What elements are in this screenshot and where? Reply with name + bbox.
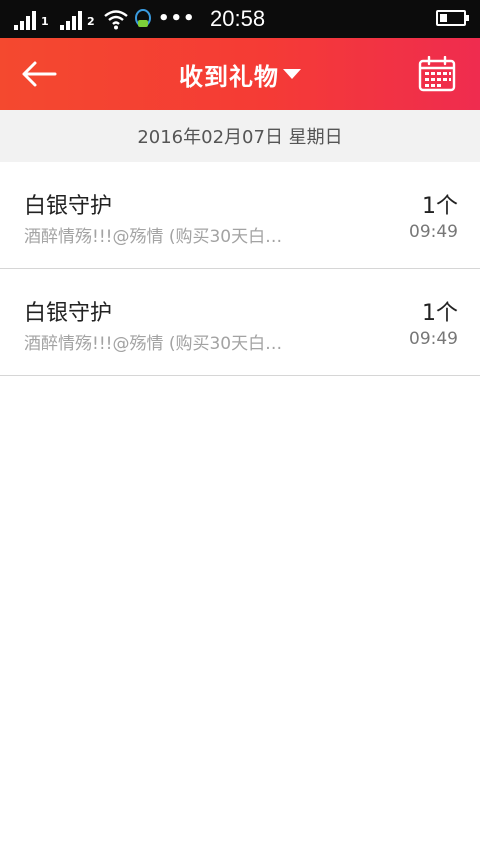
date-label: 2016年02月07日 星期日 xyxy=(137,127,343,148)
signal-icon-2 xyxy=(60,11,84,30)
battery-icon xyxy=(436,10,469,26)
app-header: 收到礼物 xyxy=(0,38,480,110)
gift-count: 1个 xyxy=(422,194,458,219)
status-bar: 1 2 ••• 20:58 xyxy=(0,0,480,38)
gift-detail: 酒醉情殇!!!@殇情 (购买30天白… xyxy=(24,334,283,354)
title-dropdown[interactable]: 收到礼物 xyxy=(179,57,301,92)
gift-name: 白银守护 xyxy=(24,301,113,326)
chat-icon xyxy=(135,9,151,27)
status-time: 20:58 xyxy=(210,6,266,31)
signal-icon xyxy=(14,11,38,30)
wifi-icon xyxy=(104,10,128,30)
gift-row[interactable]: 白银守护 酒醉情殇!!!@殇情 (购买30天白… 1个 09:49 xyxy=(0,269,480,376)
gift-count: 1个 xyxy=(422,301,458,326)
page-title: 收到礼物 xyxy=(179,62,279,91)
gift-detail: 酒醉情殇!!!@殇情 (购买30天白… xyxy=(24,227,283,247)
date-header: 2016年02月07日 星期日 xyxy=(0,110,480,162)
gift-time: 09:49 xyxy=(409,222,458,242)
calendar-icon[interactable] xyxy=(418,56,456,92)
sim2-label: 2 xyxy=(87,15,95,28)
sim1-label: 1 xyxy=(41,15,49,28)
caret-down-icon xyxy=(283,69,301,79)
gift-row[interactable]: 白银守护 酒醉情殇!!!@殇情 (购买30天白… 1个 09:49 xyxy=(0,162,480,269)
gift-name: 白银守护 xyxy=(24,194,113,219)
arrow-left-icon[interactable] xyxy=(20,58,58,90)
battery-fill xyxy=(440,14,447,22)
gift-time: 09:49 xyxy=(409,329,458,349)
overflow-dots: ••• xyxy=(158,8,196,29)
gift-list: 白银守护 酒醉情殇!!!@殇情 (购买30天白… 1个 09:49 白银守护 酒… xyxy=(0,162,480,376)
